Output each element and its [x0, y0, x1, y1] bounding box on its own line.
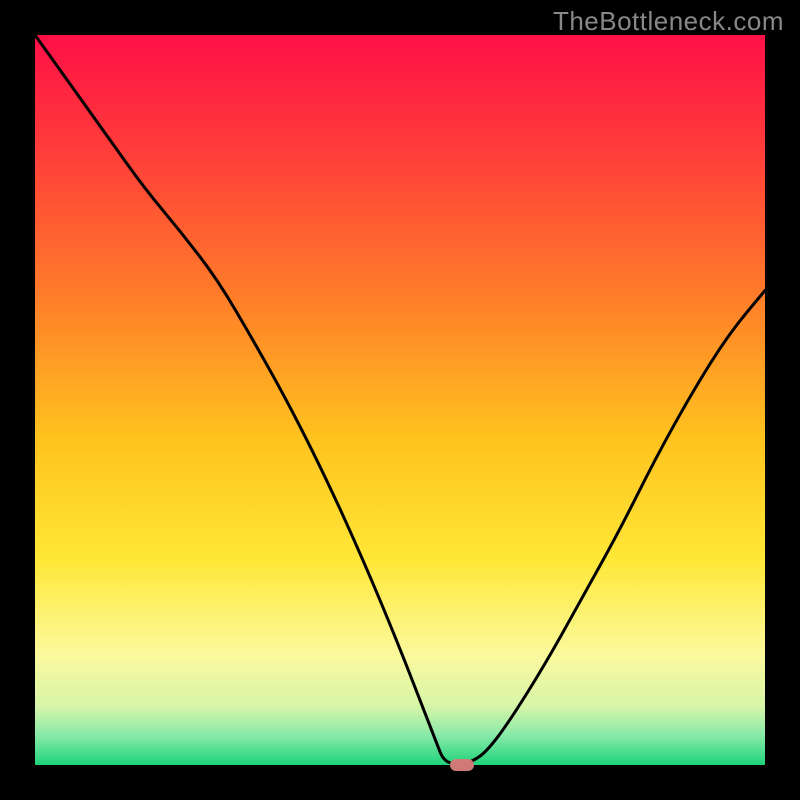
bottleneck-marker: [450, 759, 474, 771]
curve-line: [35, 35, 765, 765]
chart-area: [35, 35, 765, 765]
watermark-text: TheBottleneck.com: [553, 6, 784, 37]
